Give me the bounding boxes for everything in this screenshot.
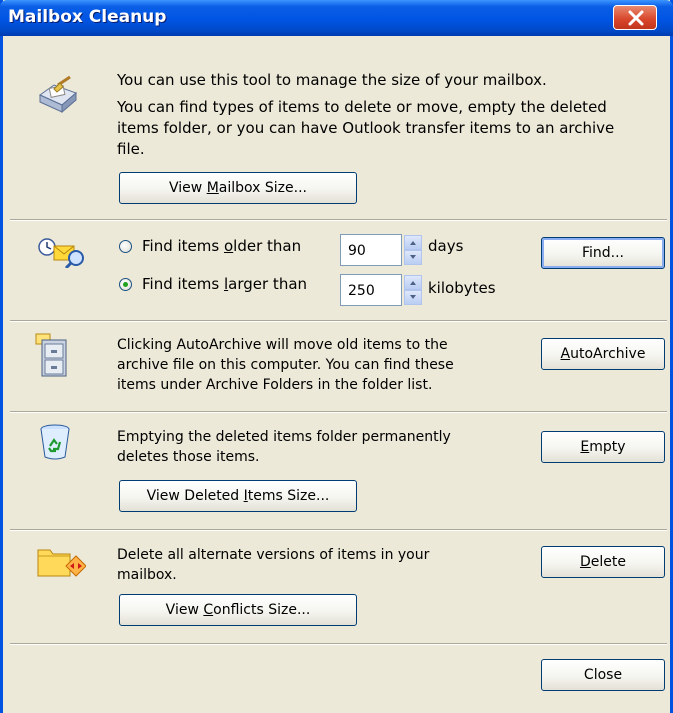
manage-description-line: You can find types of items to delete or… (117, 98, 607, 116)
find-items-icon (38, 238, 84, 268)
deleted-text-line: Emptying the deleted items folder perman… (117, 429, 451, 445)
radio-selected-dot (123, 282, 128, 287)
window-title: Mailbox Cleanup (8, 7, 167, 27)
button-label-pre: View Deleted (146, 488, 244, 504)
button-accelerator: M (206, 180, 219, 196)
close-icon (628, 10, 644, 26)
label-post: lder than (233, 237, 302, 255)
spin-up-button[interactable] (404, 275, 422, 290)
title-bar[interactable]: Mailbox Cleanup (0, 0, 673, 36)
autoarchive-cabinet-icon (35, 333, 67, 377)
conflicts-text-line: mailbox. (117, 567, 177, 583)
button-label-pre: View (169, 180, 207, 196)
older-days-spinner[interactable] (404, 235, 422, 265)
separator (10, 411, 667, 413)
conflicts-text-line: Delete all alternate versions of items i… (117, 547, 430, 563)
button-accelerator: C (203, 602, 214, 618)
arrow-up-icon (410, 241, 416, 245)
older-days-input[interactable]: 90 (340, 234, 402, 266)
button-label-pre: View (165, 602, 204, 618)
button-label-post: utoArchive (570, 346, 646, 362)
arrow-up-icon (410, 281, 416, 285)
button-accelerator: A (560, 346, 571, 362)
find-older-radio[interactable] (119, 240, 132, 253)
label-pre: Find items (142, 237, 224, 255)
close-window-button[interactable] (613, 5, 657, 30)
label-accelerator: o (223, 237, 234, 255)
button-label-post: tems Size... (247, 488, 330, 504)
spin-up-button[interactable] (404, 235, 422, 250)
label-post: arger than (228, 275, 308, 293)
larger-kb-input[interactable]: 250 (340, 274, 402, 306)
autoarchive-button[interactable]: AutoArchive (541, 338, 665, 370)
separator (10, 320, 667, 322)
empty-button[interactable]: Empty (541, 431, 665, 463)
view-deleted-items-size-button[interactable]: View Deleted Items Size... (119, 480, 357, 512)
spin-down-button[interactable] (404, 250, 422, 265)
arrow-down-icon (410, 295, 416, 299)
larger-kb-spinner[interactable] (404, 275, 422, 305)
separator (10, 219, 667, 221)
autoarchive-text-line: items under Archive Folders in the folde… (117, 377, 433, 393)
older-unit-label: days (428, 237, 464, 255)
recycle-bin-icon (40, 424, 70, 460)
manage-description-line: file. (117, 140, 145, 158)
find-button[interactable]: Find... (541, 237, 665, 269)
manage-intro-text: You can use this tool to manage the size… (117, 71, 547, 89)
button-accelerator: D (580, 554, 591, 570)
button-label-post: onflicts Size... (213, 602, 311, 618)
separator (10, 643, 667, 645)
spin-down-button[interactable] (404, 290, 422, 305)
close-button[interactable]: Close (541, 659, 665, 691)
button-label-post: elete (590, 554, 626, 570)
find-larger-label[interactable]: Find items larger than (142, 275, 307, 293)
find-older-label[interactable]: Find items older than (142, 237, 301, 255)
label-pre: Find items (142, 275, 224, 293)
button-accelerator: E (580, 439, 590, 455)
mailbox-cleanup-icon (39, 75, 77, 114)
view-conflicts-size-button[interactable]: View Conflicts Size... (119, 594, 357, 626)
autoarchive-text-line: archive file on this computer. You can f… (117, 357, 454, 373)
autoarchive-text-line: Clicking AutoArchive will move old items… (117, 337, 448, 353)
button-label-post: ailbox Size... (218, 180, 307, 196)
manage-description-line: items folder, or you can have Outlook tr… (117, 119, 615, 137)
conflicts-folder-icon (37, 549, 86, 577)
arrow-down-icon (410, 255, 416, 259)
larger-unit-label: kilobytes (428, 279, 496, 297)
view-mailbox-size-button[interactable]: View Mailbox Size... (119, 172, 357, 204)
delete-button[interactable]: Delete (541, 546, 665, 578)
button-label-post: mpty (589, 439, 626, 455)
deleted-text-line: deletes those items. (117, 449, 260, 465)
find-larger-radio[interactable] (119, 278, 132, 291)
separator (10, 529, 667, 531)
